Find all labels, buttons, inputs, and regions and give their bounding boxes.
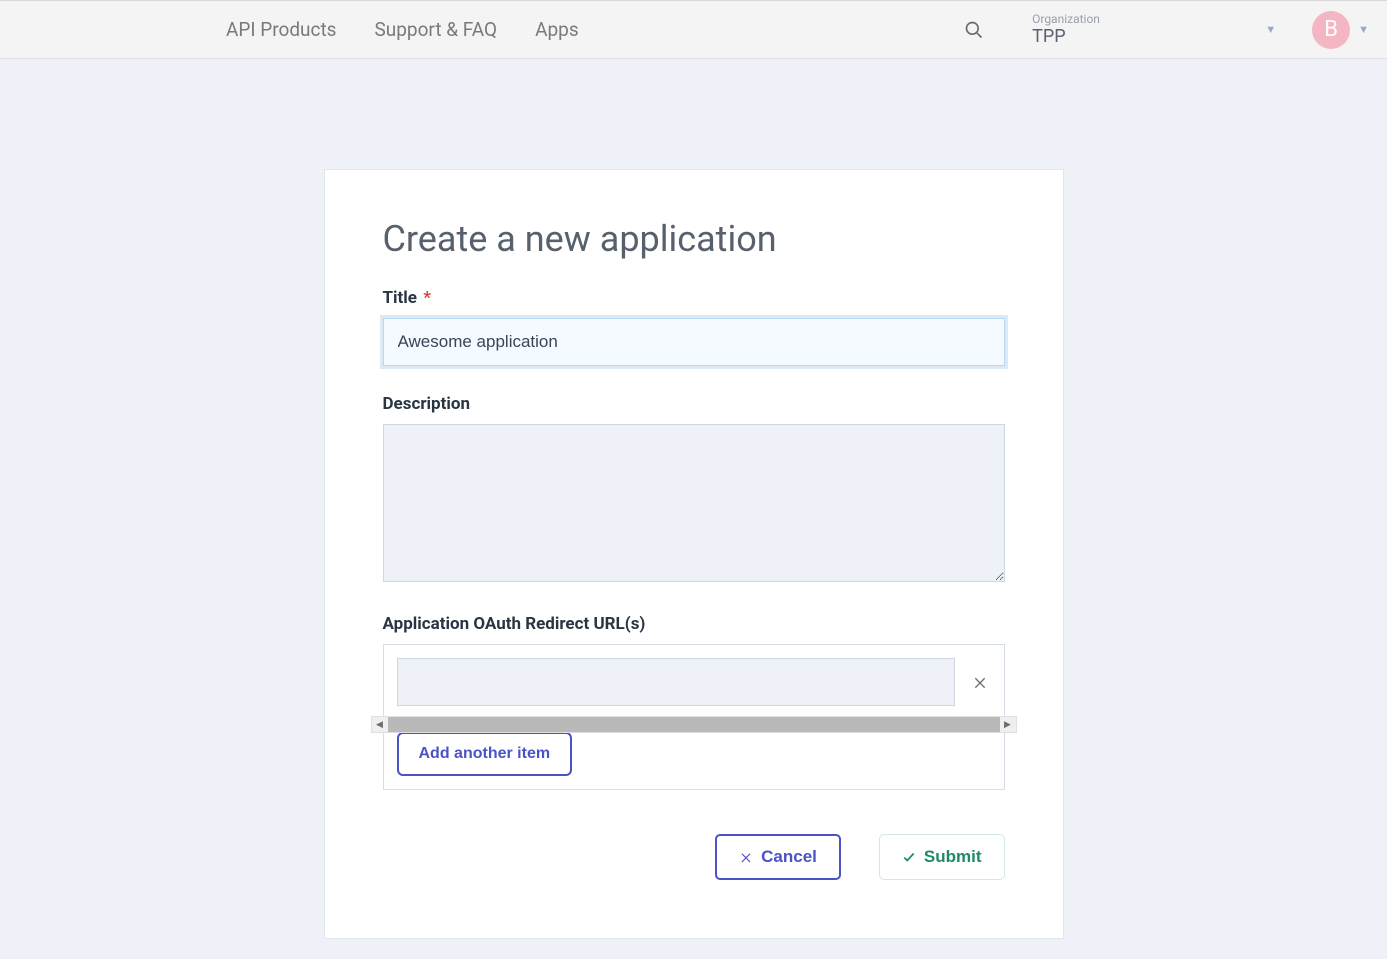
cancel-button[interactable]: Cancel <box>715 834 841 880</box>
remove-oauth-row-button[interactable] <box>969 671 991 693</box>
header-right: Organization TPP ▼ B ▼ <box>958 1 1369 58</box>
title-label-text: Title <box>383 288 417 308</box>
oauth-redirect-row <box>397 658 991 706</box>
organization-value: TPP <box>1032 27 1100 47</box>
submit-button-label: Submit <box>924 847 982 867</box>
oauth-redirect-field: Application OAuth Redirect URL(s) ◀ ▶ <box>383 614 1005 790</box>
form-actions: Cancel Submit <box>383 834 1005 880</box>
required-star-icon: * <box>423 288 431 308</box>
organization-label: Organization <box>1032 13 1100 26</box>
organization-dropdown[interactable]: Organization TPP ▼ <box>1032 13 1282 47</box>
nav-api-products[interactable]: API Products <box>226 18 337 41</box>
create-application-card: Create a new application Title * Descrip… <box>324 169 1064 939</box>
top-header: API Products Support & FAQ Apps Organiza… <box>0 0 1387 59</box>
check-icon <box>902 850 916 864</box>
horizontal-scrollbar[interactable]: ◀ ▶ <box>371 716 1017 733</box>
close-icon <box>972 674 988 690</box>
add-another-item-button[interactable]: Add another item <box>397 732 573 776</box>
chevron-down-icon: ▼ <box>1358 23 1369 36</box>
description-textarea[interactable] <box>383 424 1005 582</box>
search-button[interactable] <box>958 14 990 46</box>
oauth-redirect-container: ◀ ▶ Add another item <box>383 644 1005 790</box>
page-title: Create a new application <box>383 218 1005 260</box>
scroll-left-arrow-icon: ◀ <box>372 717 388 732</box>
user-menu[interactable]: B ▼ <box>1312 11 1369 49</box>
title-label: Title * <box>383 288 1005 308</box>
description-field: Description <box>383 394 1005 586</box>
nav-apps[interactable]: Apps <box>535 18 579 41</box>
oauth-redirect-label: Application OAuth Redirect URL(s) <box>383 614 1005 634</box>
avatar: B <box>1312 11 1350 49</box>
chevron-down-icon: ▼ <box>1265 23 1276 36</box>
oauth-redirect-input[interactable] <box>397 658 955 706</box>
nav-links: API Products Support & FAQ Apps <box>226 18 579 41</box>
submit-button[interactable]: Submit <box>879 834 1005 880</box>
main-area: Create a new application Title * Descrip… <box>0 59 1387 939</box>
title-field: Title * <box>383 288 1005 366</box>
scroll-right-arrow-icon: ▶ <box>1000 717 1016 732</box>
cancel-button-label: Cancel <box>761 847 817 867</box>
description-label: Description <box>383 394 1005 414</box>
close-icon <box>739 850 753 864</box>
search-icon <box>964 20 984 40</box>
title-input[interactable] <box>383 318 1005 366</box>
nav-support-faq[interactable]: Support & FAQ <box>375 18 498 41</box>
